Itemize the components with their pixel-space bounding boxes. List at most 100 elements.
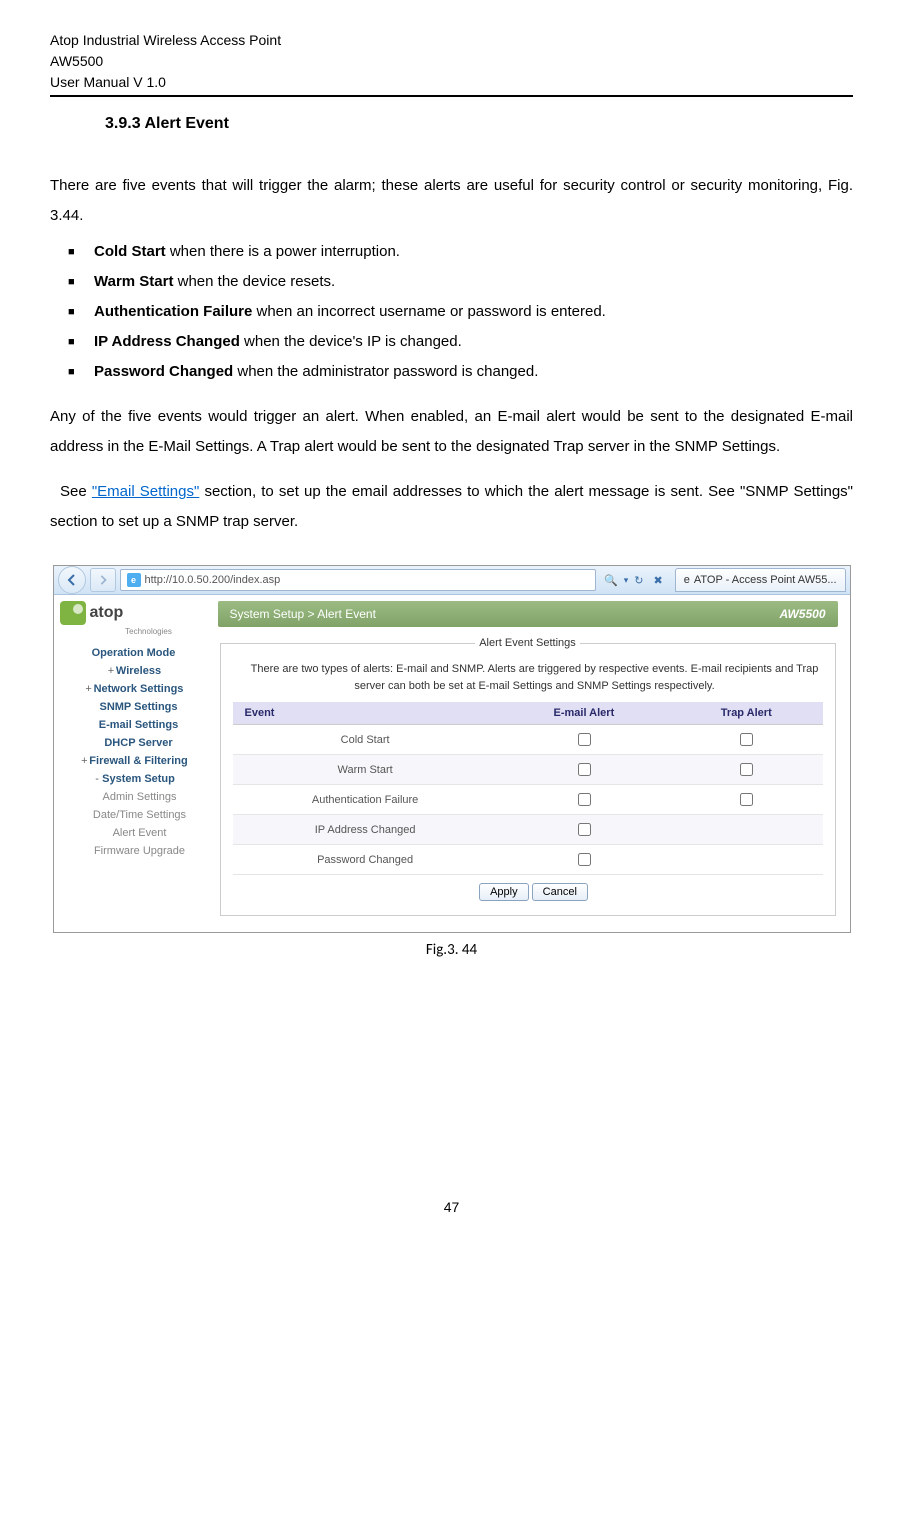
table-row: Authentication Failure (233, 785, 823, 815)
col-email-alert: E-mail Alert (498, 702, 670, 725)
cell-trap-alert (670, 785, 822, 815)
bullet-rest: when the device's IP is changed. (240, 333, 462, 350)
alert-event-fieldset: Alert Event Settings There are two types… (220, 637, 836, 916)
trap-alert-checkbox[interactable] (740, 733, 753, 746)
browser-window: e http://10.0.50.200/index.asp 🔍 ▾ ↻ ✖ e… (53, 565, 851, 933)
tab-favicon-icon: e (684, 574, 690, 586)
stop-icon[interactable]: ✖ (650, 574, 667, 587)
breadcrumb-bar: System Setup > Alert Event AW5500 (218, 601, 838, 627)
doc-header: Atop Industrial Wireless Access Point AW… (50, 30, 853, 97)
logo-text: atop (90, 604, 124, 622)
bullet-item: Cold Start when there is a power interru… (64, 237, 853, 267)
bullet-rest: when the administrator password is chang… (233, 363, 538, 380)
trap-alert-checkbox[interactable] (740, 763, 753, 776)
cell-event: Password Changed (233, 845, 498, 875)
nav-menu: Operation ModeWirelessNetwork SettingsSN… (60, 644, 208, 860)
table-row: Warm Start (233, 755, 823, 785)
doc-header-line1: Atop Industrial Wireless Access Point (50, 30, 853, 51)
bullet-strong: Authentication Failure (94, 303, 252, 320)
address-bar: e http://10.0.50.200/index.asp 🔍 ▾ ↻ ✖ e… (54, 566, 850, 595)
doc-header-line2: AW5500 (50, 51, 853, 72)
bullet-item: IP Address Changed when the device's IP … (64, 327, 853, 357)
cell-email-alert (498, 725, 670, 755)
fieldset-description: There are two types of alerts: E-mail an… (233, 657, 823, 702)
sidebar-item[interactable]: System Setup (60, 770, 208, 788)
cell-email-alert (498, 785, 670, 815)
email-alert-checkbox[interactable] (578, 733, 591, 746)
cancel-button[interactable]: Cancel (532, 883, 588, 901)
forward-button[interactable] (90, 568, 116, 592)
bullet-strong: Password Changed (94, 363, 233, 380)
fieldset-legend: Alert Event Settings (475, 637, 580, 649)
col-trap-alert: Trap Alert (670, 702, 822, 725)
sidebar-item[interactable]: Operation Mode (60, 644, 208, 662)
table-row: IP Address Changed (233, 815, 823, 845)
para3-pre: See (60, 483, 92, 500)
cell-event: IP Address Changed (233, 815, 498, 845)
model-label: AW5500 (779, 607, 825, 621)
email-alert-checkbox[interactable] (578, 763, 591, 776)
email-alert-checkbox[interactable] (578, 823, 591, 836)
bullet-list: Cold Start when there is a power interru… (64, 237, 853, 387)
bullet-strong: Warm Start (94, 273, 173, 290)
sidebar-item[interactable]: Firmware Upgrade (60, 842, 208, 860)
sidebar-item[interactable]: DHCP Server (60, 734, 208, 752)
sidebar-item[interactable]: Wireless (60, 662, 208, 680)
table-row: Password Changed (233, 845, 823, 875)
forward-arrow-icon (98, 575, 108, 585)
apply-button[interactable]: Apply (479, 883, 529, 901)
trap-alert-checkbox[interactable] (740, 793, 753, 806)
cell-trap-alert (670, 755, 822, 785)
back-arrow-icon (66, 574, 78, 586)
sidebar-item[interactable]: Alert Event (60, 824, 208, 842)
paragraph-2: Any of the five events would trigger an … (50, 402, 853, 462)
events-table: Event E-mail Alert Trap Alert Cold Start… (233, 702, 823, 875)
breadcrumb-text: System Setup > Alert Event (230, 607, 376, 621)
cell-email-alert (498, 845, 670, 875)
sidebar-item[interactable]: Date/Time Settings (60, 806, 208, 824)
sidebar-item[interactable]: SNMP Settings (60, 698, 208, 716)
doc-header-line3: User Manual V 1.0 (50, 72, 853, 93)
bullet-item: Warm Start when the device resets. (64, 267, 853, 297)
col-event: Event (233, 702, 498, 725)
bullet-rest: when there is a power interruption. (166, 243, 400, 260)
sidebar-item[interactable]: Network Settings (60, 680, 208, 698)
email-settings-link[interactable]: "Email Settings" (92, 483, 199, 500)
button-row: Apply Cancel (233, 883, 823, 901)
address-bar-controls: 🔍 ▾ ↻ ✖ (600, 574, 667, 587)
bullet-strong: Cold Start (94, 243, 166, 260)
refresh-icon[interactable]: ↻ (630, 574, 647, 587)
app-body: atop Technologies Operation ModeWireless… (54, 595, 850, 932)
sidebar: atop Technologies Operation ModeWireless… (54, 595, 214, 932)
table-header-row: Event E-mail Alert Trap Alert (233, 702, 823, 725)
sidebar-item[interactable]: Firewall & Filtering (60, 752, 208, 770)
favicon-icon: e (127, 573, 141, 587)
cell-trap-alert (670, 845, 822, 875)
intro-paragraph: There are five events that will trigger … (50, 171, 853, 231)
search-icon[interactable]: 🔍 (600, 574, 622, 587)
browser-tab[interactable]: e ATOP - Access Point AW55... (675, 568, 846, 592)
table-row: Cold Start (233, 725, 823, 755)
bullet-rest: when the device resets. (173, 273, 335, 290)
figure-caption: Fig.3. 44 (50, 941, 853, 959)
url-field[interactable]: e http://10.0.50.200/index.asp (120, 569, 597, 591)
sidebar-item[interactable]: E-mail Settings (60, 716, 208, 734)
email-alert-checkbox[interactable] (578, 793, 591, 806)
cell-email-alert (498, 755, 670, 785)
main-panel: System Setup > Alert Event AW5500 Alert … (214, 595, 850, 932)
back-button[interactable] (58, 566, 86, 594)
logo: atop (60, 601, 208, 625)
sidebar-item[interactable]: Admin Settings (60, 788, 208, 806)
cell-event: Cold Start (233, 725, 498, 755)
bullet-item: Authentication Failure when an incorrect… (64, 297, 853, 327)
email-alert-checkbox[interactable] (578, 853, 591, 866)
cell-event: Authentication Failure (233, 785, 498, 815)
logo-mark-icon (60, 601, 86, 625)
cell-email-alert (498, 815, 670, 845)
logo-subtext: Technologies (90, 627, 208, 636)
bullet-rest: when an incorrect username or password i… (252, 303, 606, 320)
dropdown-icon[interactable]: ▾ (624, 575, 629, 586)
url-text: http://10.0.50.200/index.asp (145, 574, 281, 586)
cell-event: Warm Start (233, 755, 498, 785)
tab-title: ATOP - Access Point AW55... (694, 574, 837, 586)
